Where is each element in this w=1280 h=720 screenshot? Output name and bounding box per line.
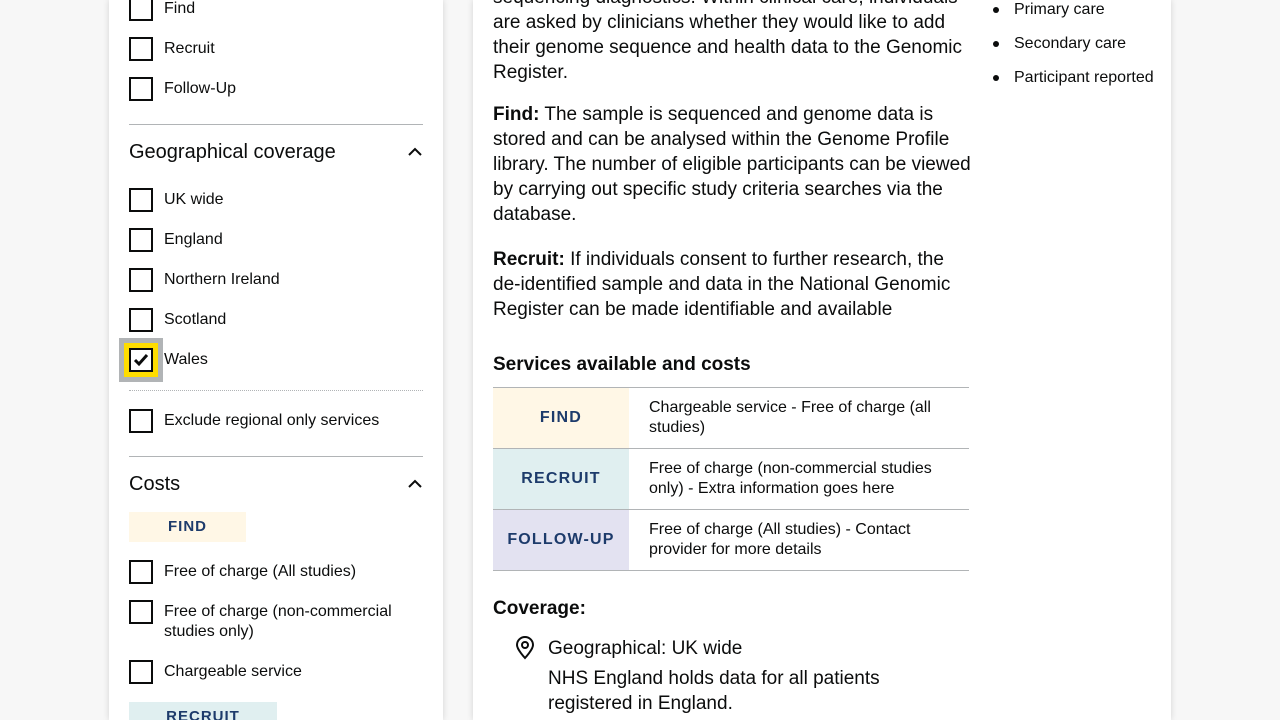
- divider: [129, 456, 423, 457]
- table-row: FIND Chargeable service - Free of charge…: [493, 388, 969, 449]
- follow-up-tag: FOLLOW-UP: [493, 510, 629, 570]
- check-icon: [133, 354, 149, 367]
- recruit-tag: RECRUIT: [493, 449, 629, 509]
- filter-geo-northern-ireland[interactable]: Northern Ireland: [129, 268, 280, 292]
- service-cost-text: Free of charge (non-commercial studies o…: [649, 460, 932, 497]
- table-row: RECRUIT Free of charge (non-commercial s…: [493, 449, 969, 510]
- geo-coverage-toggle[interactable]: Geographical coverage: [129, 140, 423, 164]
- checkbox[interactable]: [129, 0, 153, 21]
- checkbox[interactable]: [129, 268, 153, 292]
- list-item: Secondary care: [993, 34, 1126, 54]
- checkbox[interactable]: [129, 308, 153, 332]
- find-paragraph: Find: The sample is sequenced and genome…: [493, 102, 973, 227]
- focus-ring: [119, 338, 163, 382]
- checkbox-label: Recruit: [164, 40, 215, 57]
- coverage-description: NHS England holds data for all patients …: [548, 668, 880, 714]
- find-label: Find:: [493, 104, 540, 125]
- checkbox-label: England: [164, 231, 223, 248]
- services-heading: Services available and costs: [493, 354, 751, 375]
- checkbox-label: Follow-Up: [164, 80, 237, 97]
- filter-cost-chargeable[interactable]: Chargeable service: [129, 660, 302, 684]
- checkbox-label: Exclude regional only services: [164, 412, 380, 429]
- checkbox-label: Northern Ireland: [164, 271, 280, 288]
- find-tag: FIND: [493, 388, 629, 448]
- page: Find Recruit Follow-Up Geographical cove…: [0, 0, 1280, 720]
- checkbox[interactable]: [129, 228, 153, 252]
- checkbox-checked[interactable]: [129, 348, 153, 372]
- services-table: FIND Chargeable service - Free of charge…: [493, 387, 969, 571]
- filter-geo-wales[interactable]: Wales: [119, 338, 208, 382]
- recruit-paragraph: Recruit: If individuals consent to furth…: [493, 247, 973, 322]
- checkbox[interactable]: [129, 560, 153, 584]
- checkbox[interactable]: [129, 188, 153, 212]
- coverage-geographical: Geographical: UK wide: [548, 638, 743, 659]
- table-row: FOLLOW-UP Free of charge (All studies) -…: [493, 510, 969, 571]
- checkbox-label: Wales: [164, 351, 208, 368]
- list-item: Participant reported: [993, 68, 1154, 88]
- filter-stage-find[interactable]: Find: [129, 0, 195, 21]
- filter-geo-scotland[interactable]: Scotland: [129, 308, 226, 332]
- checkbox[interactable]: [129, 660, 153, 684]
- main-content: sequencing diagnostics. Within clinical …: [473, 0, 1171, 720]
- filter-stage-follow-up[interactable]: Follow-Up: [129, 77, 236, 101]
- find-text: The sample is sequenced and genome data …: [493, 104, 971, 225]
- filter-geo-england[interactable]: England: [129, 228, 223, 252]
- filter-geo-uk-wide[interactable]: UK wide: [129, 188, 224, 212]
- chevron-up-icon: [407, 476, 423, 492]
- filter-panel: Find Recruit Follow-Up Geographical cove…: [109, 0, 443, 720]
- checkbox-label: Free of charge (All studies): [164, 563, 357, 580]
- recruit-label: Recruit:: [493, 249, 565, 270]
- coverage-heading: Coverage:: [493, 598, 586, 619]
- service-cost-text: Free of charge (All studies) - Contact p…: [649, 521, 911, 558]
- section-title: Costs: [129, 473, 181, 495]
- checkbox-label: Find: [164, 0, 196, 17]
- checkbox[interactable]: [129, 37, 153, 61]
- checkbox[interactable]: [129, 600, 153, 624]
- checkbox-label: UK wide: [164, 191, 224, 208]
- filter-exclude-regional[interactable]: Exclude regional only services: [129, 409, 379, 433]
- checkbox-label: Free of charge (non-commercial studies o…: [164, 603, 392, 640]
- checkbox[interactable]: [129, 77, 153, 101]
- divider: [129, 124, 423, 125]
- checkbox-label: Scotland: [164, 311, 227, 328]
- divider: [129, 390, 423, 391]
- list-item: Primary care: [993, 0, 1105, 20]
- checkbox-label: Chargeable service: [164, 663, 302, 680]
- chevron-up-icon: [407, 144, 423, 160]
- checkbox[interactable]: [129, 409, 153, 433]
- section-title: Geographical coverage: [129, 141, 336, 163]
- filter-stage-recruit[interactable]: Recruit: [129, 37, 215, 61]
- filter-cost-free-noncommercial[interactable]: Free of charge (non-commercial studies o…: [129, 600, 414, 642]
- find-tag: FIND: [129, 512, 246, 542]
- costs-toggle[interactable]: Costs: [129, 472, 423, 496]
- location-pin-icon: [513, 636, 537, 660]
- intro-paragraph: sequencing diagnostics. Within clinical …: [493, 0, 962, 83]
- service-cost-text: Chargeable service - Free of charge (all…: [649, 399, 931, 436]
- recruit-tag: RECRUIT: [129, 702, 277, 720]
- filter-cost-free-all[interactable]: Free of charge (All studies): [129, 560, 356, 584]
